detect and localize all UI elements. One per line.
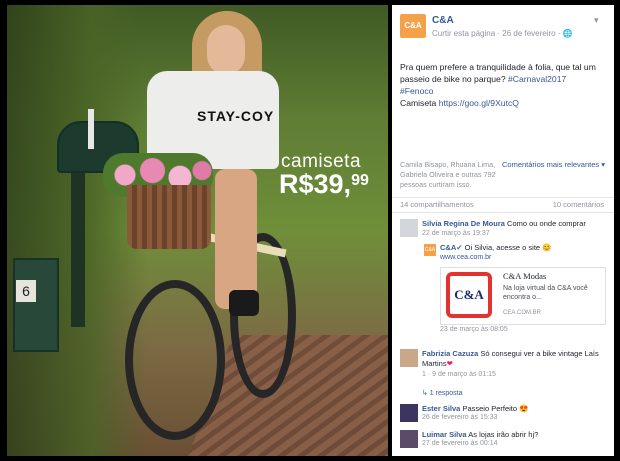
shares-count[interactable]: 14 compartilhamentos [400, 200, 474, 209]
comment-sort-dropdown[interactable]: Comentários mais relevantes ▾ [502, 160, 605, 169]
reply-meta[interactable]: 23 de março às 08:05 [440, 326, 508, 333]
shirt-label: Camiseta [400, 98, 439, 108]
comment-text: Silvia Regina De Moura Como ou onde comp… [422, 219, 608, 229]
preview-domain: CEA.COM.BR [503, 310, 542, 316]
reply-body: Oi Silvia, acesse o site 😊 [462, 243, 552, 252]
house-number: 6 [16, 280, 36, 302]
bike-basket [127, 185, 211, 249]
comments-count[interactable]: 10 comentários [553, 200, 604, 209]
bike-front-wheel [125, 280, 225, 440]
post-photo[interactable]: 6 STAY-COY camiseta R$39,99 [7, 5, 388, 456]
price-cents: 99 [351, 172, 369, 189]
view-replies-link[interactable]: ↳ 1 resposta [422, 389, 463, 397]
comment-text: Fabrizia Cazuza Só consegui ver a bike v… [422, 349, 608, 369]
preview-description: Na loja virtual da C&A você encontra o..… [503, 285, 588, 301]
post-body: Pra quem prefere a tranquilidade à folia… [400, 61, 608, 109]
number-post [13, 258, 59, 352]
link-preview-card[interactable]: C&A C&A Modas Na loja virtual da C&A voc… [440, 267, 606, 325]
chevron-down-icon[interactable]: ▾ [594, 15, 599, 26]
shirt-print: STAY-COY [197, 108, 275, 124]
post-side-panel: C&A C&A Curtir esta página · 26 de fever… [392, 5, 614, 456]
post-meta-text[interactable]: Curtir esta página · 26 de fevereiro · [432, 29, 563, 38]
heart-icon: ❤ [446, 359, 453, 368]
preview-title: C&A Modas [503, 271, 547, 281]
comment-text: Luimar Silva As lojas irão abrir hj? [422, 430, 608, 440]
screenshot-frame: 6 STAY-COY camiseta R$39,99 C&A C&A Curt… [0, 0, 620, 461]
comment-meta[interactable]: 1 · 9 de março às 01:15 [422, 371, 496, 378]
product-link[interactable]: https://goo.gl/9XutcQ [439, 98, 519, 108]
comment-text: Ester Silva Passeio Perfeito 😍 [422, 404, 608, 414]
commenter-name[interactable]: Luimar Silva [422, 430, 467, 439]
post-meta: Curtir esta página · 26 de fevereiro · 🌐 [432, 29, 573, 38]
avatar[interactable] [400, 404, 418, 422]
mailbox-flag [88, 109, 94, 149]
post-header: C&A C&A Curtir esta página · 26 de fever… [392, 5, 614, 45]
commenter-name[interactable]: Fabrizia Cazuza [422, 349, 478, 358]
hashtag-link[interactable]: #Fenoco [400, 86, 433, 96]
avatar[interactable]: C&A [424, 244, 436, 256]
model-shoe [229, 290, 259, 316]
price-value: R$39,99 [279, 169, 369, 200]
preview-logo-mark: C&A [446, 272, 492, 318]
price-main: R$39, [279, 169, 352, 199]
commenter-name[interactable]: Silvia Regina De Moura [422, 219, 505, 228]
commenter-name[interactable]: Ester Silva [422, 404, 460, 413]
page-avatar[interactable]: C&A [400, 14, 426, 38]
comment-body: As lojas irão abrir hj? [466, 430, 539, 439]
globe-icon: 🌐 [562, 29, 573, 38]
comment-body: Como ou onde comprar [504, 219, 586, 228]
hashtag-link[interactable]: #Carnaval2017 [508, 74, 566, 84]
model-face [207, 25, 245, 75]
avatar[interactable] [400, 219, 418, 237]
comment-meta[interactable]: 26 de fevereiro às 15:33 [422, 414, 498, 421]
avatar[interactable] [400, 430, 418, 448]
avatar[interactable] [400, 349, 418, 367]
page-name-link[interactable]: C&A [432, 15, 454, 26]
comment-meta[interactable]: 22 de março às 19:37 [422, 230, 490, 237]
reply-url[interactable]: www.cea.com.br [440, 254, 491, 261]
replier-name[interactable]: C&A [440, 243, 456, 252]
post-stats: 14 compartilhamentos 10 comentários [392, 197, 614, 213]
mailbox-post [71, 167, 85, 327]
comment-meta[interactable]: 27 de fevereiro às 00:14 [422, 440, 498, 447]
reply-text: C&A✔ Oi Silvia, acesse o site 😊 [440, 243, 552, 252]
preview-logo: C&A [441, 268, 499, 324]
model-legs [215, 169, 257, 309]
post-text-line: Pra quem prefere a tranquilidade à folia… [400, 62, 596, 84]
comment-body: Passeio Perfeito 😍 [460, 404, 529, 413]
